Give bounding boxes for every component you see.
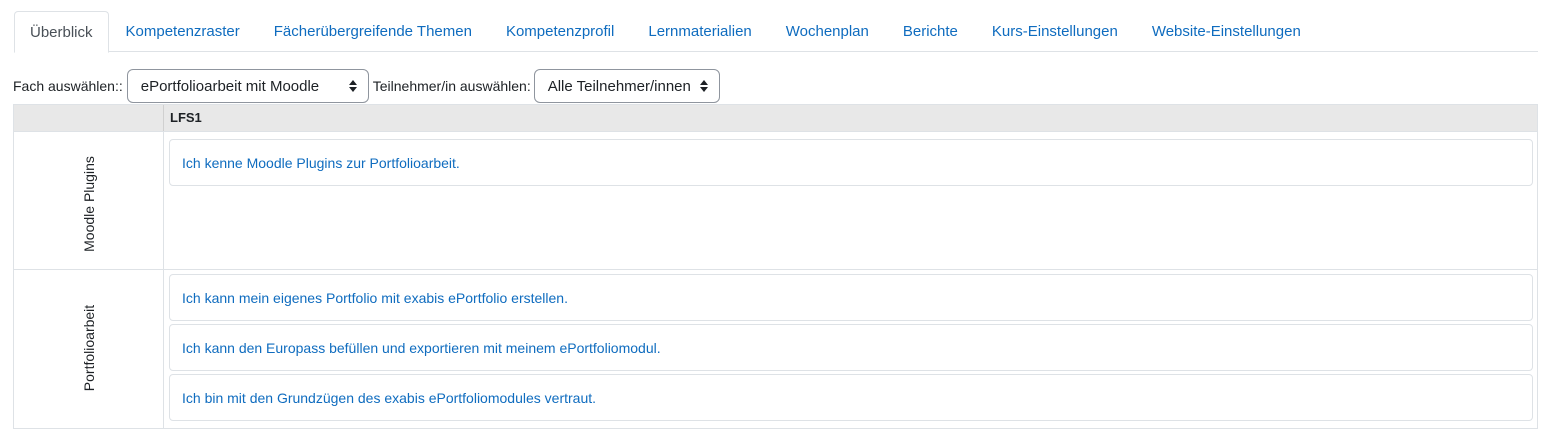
row-label-portfolioarbeit: Portfolioarbeit: [81, 304, 97, 392]
grid-header-row: LFS1: [14, 105, 1537, 132]
row-label-cell: Moodle Plugins: [14, 132, 164, 269]
competence-grid: LFS1 Moodle Plugins Ich kenne Moodle Plu…: [13, 104, 1538, 429]
tab-website-einstellungen[interactable]: Website-Einstellungen: [1135, 11, 1318, 52]
competence-item[interactable]: Ich kenne Moodle Plugins zur Portfolioar…: [169, 139, 1533, 186]
page: Überblick Kompetenzraster Fächerübergrei…: [0, 0, 1552, 447]
competence-item[interactable]: Ich kann den Europass befüllen und expor…: [169, 324, 1533, 371]
competence-item[interactable]: Ich bin mit den Grundzügen des exabis eP…: [169, 374, 1533, 421]
participant-select[interactable]: Alle Teilnehmer/innen: [533, 69, 720, 103]
participant-select-label: Teilnehmer/in auswählen:: [372, 78, 531, 94]
subject-select[interactable]: ePortfolioarbeit mit Moodle: [126, 69, 369, 103]
tab-berichte[interactable]: Berichte: [886, 11, 975, 52]
subject-select-value: ePortfolioarbeit mit Moodle: [140, 77, 320, 95]
tab-kurs-einstellungen[interactable]: Kurs-Einstellungen: [975, 11, 1135, 52]
subject-select-label: Fach auswählen::: [13, 78, 123, 94]
grid-header-corner: [14, 105, 164, 131]
grid-row-portfolioarbeit: Portfolioarbeit Ich kann mein eigenes Po…: [14, 270, 1537, 428]
select-caret-icon: [699, 80, 708, 92]
select-caret-icon: [348, 80, 357, 92]
tab-bar: Überblick Kompetenzraster Fächerübergrei…: [14, 11, 1538, 53]
grid-row-moodle-plugins: Moodle Plugins Ich kenne Moodle Plugins …: [14, 132, 1537, 270]
filter-row: Fach auswählen:: ePortfolioarbeit mit Mo…: [13, 68, 720, 104]
tab-kompetenzprofil[interactable]: Kompetenzprofil: [489, 11, 631, 52]
tab-wochenplan[interactable]: Wochenplan: [769, 11, 886, 52]
tab-faecheruebergreifende-themen[interactable]: Fächerübergreifende Themen: [257, 11, 489, 52]
tab-lernmaterialien[interactable]: Lernmaterialien: [631, 11, 768, 52]
tab-ueberblick[interactable]: Überblick: [14, 11, 109, 53]
competence-item[interactable]: Ich kann mein eigenes Portfolio mit exab…: [169, 274, 1533, 321]
grid-column-header: LFS1: [170, 110, 202, 125]
participant-select-value: Alle Teilnehmer/innen: [547, 77, 691, 95]
row-label-cell: Portfolioarbeit: [14, 270, 164, 428]
row-label-moodle-plugins: Moodle Plugins: [81, 156, 97, 252]
tab-kompetenzraster[interactable]: Kompetenzraster: [109, 11, 257, 52]
